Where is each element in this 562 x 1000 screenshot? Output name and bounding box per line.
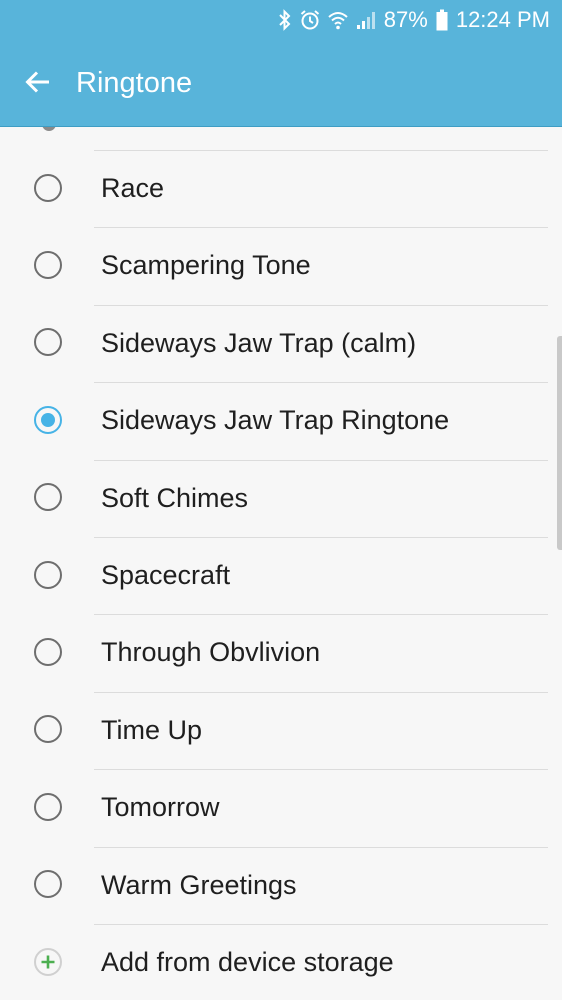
battery-percent: 87% xyxy=(383,7,428,32)
bluetooth-icon xyxy=(278,9,292,31)
ringtone-item[interactable]: Sideways Jaw Trap Ringtone xyxy=(0,382,562,459)
list-item-partial xyxy=(0,127,562,150)
ringtone-label: Sideways Jaw Trap (calm) xyxy=(101,327,417,358)
ringtone-label: Warm Greetings xyxy=(101,869,297,900)
ringtone-label: Scampering Tone xyxy=(101,250,311,281)
status-bar: 87% 12:24 PM xyxy=(0,0,562,40)
ringtone-label: Time Up xyxy=(101,714,203,745)
signal-icon xyxy=(356,10,376,30)
ringtone-item[interactable]: Tomorrow xyxy=(0,769,562,846)
ringtone-item[interactable]: Sideways Jaw Trap (calm) xyxy=(0,304,562,382)
radio-button[interactable] xyxy=(34,328,62,357)
radio-button[interactable] xyxy=(34,251,62,280)
radio-button-partial xyxy=(42,127,56,131)
ringtone-item[interactable]: Warm Greetings xyxy=(0,846,562,924)
ringtone-item[interactable]: Through Obvlivion xyxy=(0,614,562,691)
radio-button[interactable] xyxy=(34,715,62,744)
ringtone-item[interactable]: Race xyxy=(0,150,562,227)
ringtone-item[interactable]: Soft Chimes xyxy=(0,459,562,537)
ringtone-label: Through Obvlivion xyxy=(101,637,321,668)
radio-button[interactable] xyxy=(34,792,62,821)
plus-icon[interactable] xyxy=(34,947,62,976)
back-button[interactable] xyxy=(16,62,60,106)
radio-button-selected[interactable] xyxy=(34,405,62,434)
status-icons: 87% 12:24 PM xyxy=(278,6,550,34)
edge-panel-handle[interactable] xyxy=(557,336,562,550)
ringtone-label: Tomorrow xyxy=(101,792,220,823)
add-from-storage-label: Add from device storage xyxy=(101,946,394,977)
radio-button[interactable] xyxy=(34,483,62,512)
app-bar: Ringtone xyxy=(0,40,562,127)
alarm-icon xyxy=(300,9,320,31)
ringtone-label: Race xyxy=(101,173,165,203)
ringtone-list[interactable]: Race Scampering Tone Sideways Jaw Trap (ca… xyxy=(0,127,562,1000)
battery-icon xyxy=(436,9,448,31)
ringtone-label: Sideways Jaw Trap Ringtone xyxy=(101,405,450,436)
radio-button[interactable] xyxy=(34,560,62,589)
radio-button[interactable] xyxy=(34,173,62,202)
arrow-left-icon xyxy=(25,69,51,100)
ringtone-item[interactable]: Time Up xyxy=(0,691,562,769)
radio-button[interactable] xyxy=(34,870,62,899)
add-from-storage-item[interactable]: Add from device storage xyxy=(0,923,562,1000)
page-title: Ringtone xyxy=(76,67,193,99)
ringtone-label: Spacecraft xyxy=(101,559,231,590)
ringtone-item[interactable]: Scampering Tone xyxy=(0,227,562,304)
ringtone-label: Soft Chimes xyxy=(101,482,249,513)
radio-button[interactable] xyxy=(34,638,62,667)
ringtone-item[interactable]: Spacecraft xyxy=(0,536,562,614)
wifi-icon xyxy=(328,10,348,30)
status-time: 12:24 PM xyxy=(455,7,550,32)
